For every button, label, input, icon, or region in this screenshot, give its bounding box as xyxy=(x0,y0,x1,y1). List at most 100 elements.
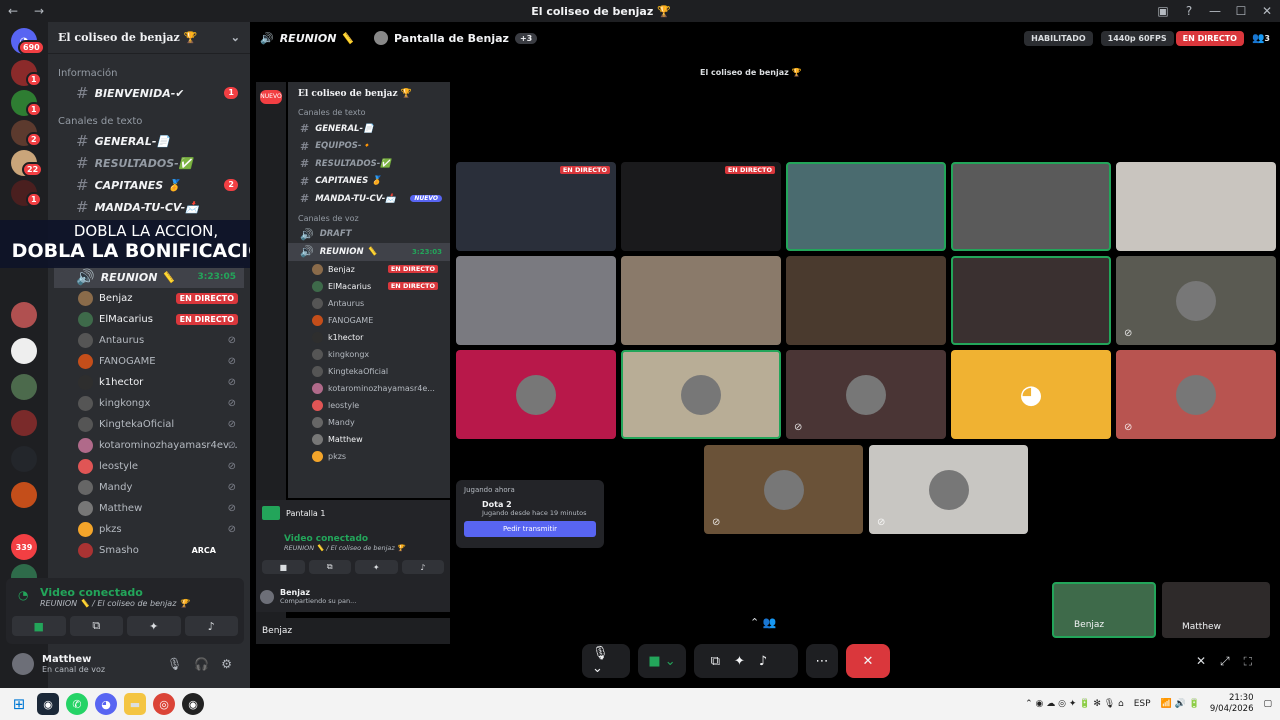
channel-resultados[interactable]: # RESULTADOS-✅ xyxy=(48,152,250,174)
mic-muted-icon: ⊘ xyxy=(794,422,803,433)
discord-icon[interactable]: ◕ xyxy=(95,693,117,715)
voice-user[interactable]: kotarominozhayamasr4ev... ⊘ xyxy=(48,435,250,456)
channel-capitanes[interactable]: # CAPITANES 🏅 2 xyxy=(48,174,250,196)
inbox-icon[interactable]: ▣ xyxy=(1150,4,1176,18)
promo-banner[interactable]: DOBLA LA ACCION, DOBLA LA BONIFICACION xyxy=(0,220,292,268)
obs-icon[interactable]: ◉ xyxy=(182,693,204,715)
voice-user-name: KingtekaOficial xyxy=(99,419,175,430)
channel-general[interactable]: # GENERAL-📄 xyxy=(48,130,250,152)
activities-button[interactable]: ✦ xyxy=(127,616,181,636)
avatar xyxy=(78,333,93,348)
voice-user[interactable]: Benjaz EN DIRECTO xyxy=(48,288,250,309)
voice-user[interactable]: kingkongx ⊘ xyxy=(48,393,250,414)
soundboard-button[interactable]: ♪ xyxy=(184,616,238,636)
participant-thumbnail[interactable]: Benjaz xyxy=(1052,582,1156,638)
chevron-down-icon[interactable]: ⌄ xyxy=(231,31,240,44)
screen-share-button[interactable]: ⧉ xyxy=(69,616,123,636)
voice-user[interactable]: k1hector ⊘ xyxy=(48,372,250,393)
video-tile[interactable]: ◕ xyxy=(951,350,1111,439)
voice-user-name: kingkongx xyxy=(99,398,151,409)
video-tile[interactable] xyxy=(456,256,616,345)
voice-user[interactable]: pkzs ⊘ xyxy=(48,519,250,540)
back-arrow-icon[interactable]: ← xyxy=(0,4,26,18)
view-controls[interactable]: ✕⤢⛶ xyxy=(1196,654,1266,669)
mic-icon[interactable]: 🎙 xyxy=(167,657,188,671)
video-tile[interactable] xyxy=(786,256,946,345)
clock[interactable]: 21:30 9/04/2026 xyxy=(1210,693,1254,715)
voice-user[interactable]: ElMacarius EN DIRECTO xyxy=(48,309,250,330)
video-tile[interactable] xyxy=(951,256,1111,345)
camera-button[interactable]: ■ xyxy=(12,616,66,636)
video-tile[interactable]: EN DIRECTO xyxy=(456,162,616,251)
request-stream-button[interactable]: Pedir transmitir xyxy=(464,521,596,537)
video-tile[interactable] xyxy=(786,162,946,251)
steam-icon[interactable]: ◉ xyxy=(37,693,59,715)
discord-logo-icon: ◕ xyxy=(1019,379,1043,410)
chevron-up-icon[interactable]: ⌃ 👥 xyxy=(750,616,776,629)
inner-voice-user: Matthew xyxy=(288,431,450,448)
actions-group[interactable]: ⧉✦♪ xyxy=(694,644,798,678)
forward-arrow-icon[interactable]: → xyxy=(26,4,52,18)
stream-title[interactable]: Pantalla de Benjaz xyxy=(394,32,509,45)
voice-user[interactable]: FANOGAME ⊘ xyxy=(48,351,250,372)
help-icon[interactable]: ? xyxy=(1176,4,1202,18)
video-tile[interactable] xyxy=(456,350,616,439)
new-badge: NUEVO xyxy=(260,90,282,104)
video-tile[interactable]: ⊘ xyxy=(1116,256,1276,345)
close-icon[interactable]: ✕ xyxy=(1254,4,1280,18)
category-text[interactable]: Canales de texto xyxy=(48,112,250,130)
user-panel: Matthew En canal de voz 🎙 🎧 ⚙ xyxy=(6,646,244,682)
chrome-icon[interactable]: ◎ xyxy=(153,693,175,715)
video-tile[interactable]: ⊘ xyxy=(704,445,863,534)
server-icon[interactable] xyxy=(11,410,37,436)
video-tile[interactable]: ⊘ xyxy=(1116,350,1276,439)
server-icon[interactable] xyxy=(11,374,37,400)
people-icon[interactable]: 👥 xyxy=(1252,33,1264,44)
camera-button[interactable]: ■ ⌄ xyxy=(638,644,686,678)
tray-icons[interactable]: ⌃ ◉ ☁ ◎ ✦ 🔋 ✻ 🎙 ⌂ xyxy=(1025,699,1124,709)
avatar[interactable] xyxy=(12,653,34,675)
avatar xyxy=(516,374,556,415)
mic-button[interactable]: 🎙 ⌄ xyxy=(582,644,630,678)
voice-channel-reunion[interactable]: 🔊 REUNION 📏 3:23:05 xyxy=(54,266,244,288)
more-button[interactable]: ⋯ xyxy=(806,644,838,678)
notifications-icon[interactable]: ▢ xyxy=(1263,699,1272,709)
voice-user[interactable]: Antaurus ⊘ xyxy=(48,330,250,351)
video-tile[interactable] xyxy=(1116,162,1276,251)
headphones-icon[interactable]: 🎧 xyxy=(194,657,215,671)
video-tile[interactable] xyxy=(621,350,781,439)
voice-user[interactable]: Smasho ARCA xyxy=(48,540,250,561)
channel-bienvenida[interactable]: # BIENVENIDA-✔ 1 xyxy=(48,82,250,104)
server-icon[interactable] xyxy=(11,446,37,472)
video-tile[interactable] xyxy=(951,162,1111,251)
language-indicator[interactable]: ESP xyxy=(1134,699,1151,709)
voice-user[interactable]: KingtekaOficial ⊘ xyxy=(48,414,250,435)
server-icon[interactable] xyxy=(11,338,37,364)
minimize-icon[interactable]: — xyxy=(1202,4,1228,18)
server-icon[interactable] xyxy=(11,302,37,328)
video-tile[interactable]: EN DIRECTO xyxy=(621,162,781,251)
maximize-icon[interactable]: ☐ xyxy=(1228,4,1254,18)
participant-thumbnail[interactable]: Matthew xyxy=(1162,582,1270,638)
server-icon[interactable]: 339 xyxy=(11,534,37,560)
participant-count[interactable]: +3 xyxy=(514,32,538,44)
voice-location[interactable]: REUNION 📏 / El coliseo de benjaz 🏆 xyxy=(6,599,244,608)
category-info[interactable]: Información xyxy=(48,64,250,82)
disconnect-button[interactable]: ✕ xyxy=(846,644,890,678)
server-icon[interactable] xyxy=(11,482,37,508)
server-header[interactable]: El coliseo de benjaz 🏆 ⌄ xyxy=(48,22,250,54)
gear-icon[interactable]: ⚙ xyxy=(221,657,238,671)
voice-user-name: k1hector xyxy=(99,377,144,388)
network-icon[interactable]: 📶 🔊 🔋 xyxy=(1161,699,1200,709)
video-tile[interactable]: ⊘ xyxy=(869,445,1028,534)
voice-user[interactable]: leostyle ⊘ xyxy=(48,456,250,477)
folder-icon[interactable]: ▬ xyxy=(124,693,146,715)
voice-user[interactable]: Matthew ⊘ xyxy=(48,498,250,519)
voice-user[interactable]: Mandy ⊘ xyxy=(48,477,250,498)
video-tile[interactable] xyxy=(621,256,781,345)
channel-label: MANDA-TU-CV-📩 xyxy=(94,200,199,214)
whatsapp-icon[interactable]: ✆ xyxy=(66,693,88,715)
channel-manda-tu-cv[interactable]: # MANDA-TU-CV-📩 xyxy=(48,196,250,218)
windows-start-icon[interactable]: ⊞ xyxy=(8,693,30,715)
video-tile[interactable]: ⊘ xyxy=(786,350,946,439)
